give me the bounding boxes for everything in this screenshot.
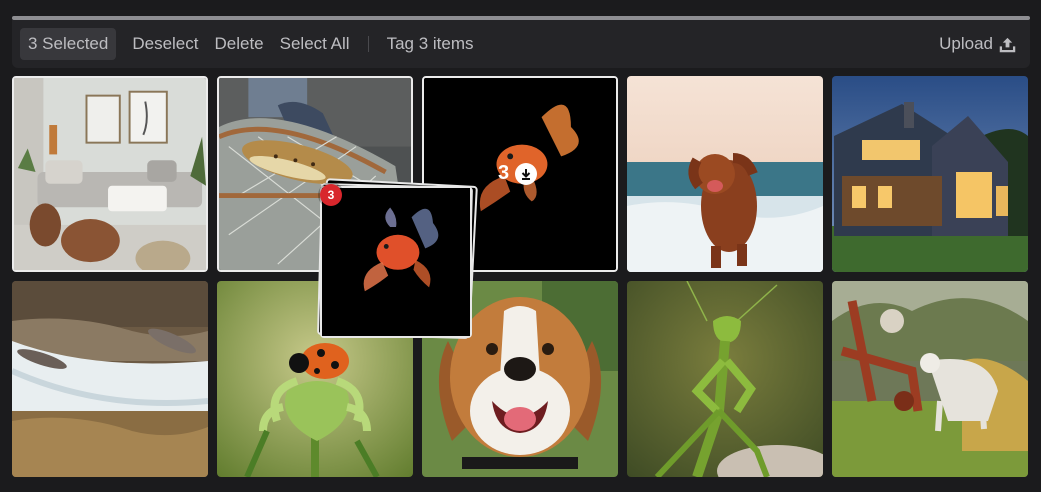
selection-toolbar: 3 Selected Deselect Delete Select All Ta… xyxy=(12,20,1030,68)
upload-icon xyxy=(999,37,1016,52)
living-room-image xyxy=(14,78,206,270)
select-all-button[interactable]: Select All xyxy=(280,34,350,54)
drag-card-front xyxy=(320,186,472,338)
upload-button[interactable]: Upload xyxy=(939,34,1016,54)
drag-count-badge: 3 xyxy=(320,184,342,206)
dog-running-beach-image xyxy=(627,76,823,272)
gallery-tile-mantis[interactable] xyxy=(627,281,823,477)
delete-button[interactable]: Delete xyxy=(214,34,263,54)
gallery-tile-living-room[interactable] xyxy=(12,76,208,272)
download-icon xyxy=(515,162,538,185)
gallery-tile-farm[interactable] xyxy=(832,281,1028,477)
cat-and-dog-farm-image xyxy=(832,281,1028,477)
drop-count: 3 xyxy=(498,162,510,184)
drop-count-indicator: 3 xyxy=(498,162,538,185)
drag-preview-stack[interactable] xyxy=(316,178,478,342)
gallery-tile-salmon[interactable] xyxy=(12,281,208,477)
selected-count: 3 Selected xyxy=(20,28,117,60)
house-at-dusk-image xyxy=(832,76,1028,272)
goldfish-drag-thumbnail xyxy=(322,188,470,336)
tag-items-button[interactable]: Tag 3 items xyxy=(387,34,474,54)
deselect-button[interactable]: Deselect xyxy=(132,34,198,54)
toolbar-divider xyxy=(367,36,369,52)
salmon-waterfall-image xyxy=(12,281,208,477)
gallery-tile-house[interactable] xyxy=(832,76,1028,272)
upload-label: Upload xyxy=(939,34,993,53)
praying-mantis-image xyxy=(627,281,823,477)
gallery-tile-dog-beach[interactable] xyxy=(627,76,823,272)
